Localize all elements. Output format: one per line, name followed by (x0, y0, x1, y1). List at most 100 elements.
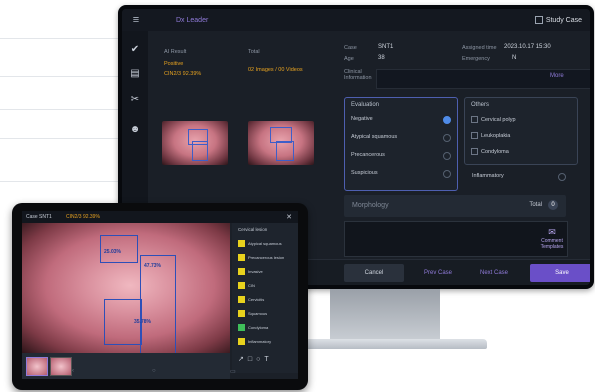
evaluation-option[interactable]: Negative (351, 116, 373, 122)
category-label: Squamous (248, 311, 268, 316)
ai-result-value: Positive (164, 61, 184, 67)
emergency-label: Emergency (462, 56, 490, 62)
category-swatch (238, 296, 245, 303)
lesion-category[interactable]: Inflammatory (238, 337, 294, 346)
comment-templates-label: Comment Templates (540, 238, 564, 250)
top-bar: ≡ Dx Leader Study Case (122, 9, 590, 31)
evaluation-option[interactable]: Suspicious (351, 170, 378, 176)
chat-icon: ✉ (548, 227, 556, 237)
total-label: Total (248, 49, 260, 55)
next-case-button[interactable]: Next Case (468, 264, 520, 282)
comment-templates-button[interactable]: ✉ Comment Templates (534, 227, 570, 253)
morphology-count: 0 (548, 200, 558, 210)
square-icon[interactable]: □ (248, 356, 256, 363)
tablet-side-panel: Cervical lesion Atypical squamous Precan… (232, 223, 298, 373)
lesion-category[interactable]: Condyloma (238, 323, 294, 332)
lesion-category[interactable]: Precancerous lesion (238, 253, 294, 262)
save-button[interactable]: Save (530, 264, 590, 282)
lesion-label: 47.73% (144, 263, 161, 269)
lesion-box (276, 141, 294, 161)
others-option-label: Cervical polyp (481, 116, 516, 123)
lesion-category[interactable]: Atypical squamous (238, 239, 294, 248)
checkbox-icon[interactable] (534, 16, 543, 24)
document-icon[interactable]: ▤ (128, 67, 142, 81)
image-thumbnail[interactable] (162, 121, 228, 165)
morphology-total-label: Total (529, 202, 542, 208)
checkbox-icon[interactable] (471, 132, 478, 139)
monitor-stand (330, 289, 440, 341)
arrow-icon[interactable]: ↗ (238, 356, 248, 363)
others-option[interactable]: Leukoplakia (471, 132, 510, 139)
evaluation-option[interactable]: Precancerous (351, 152, 385, 158)
evaluation-title: Evaluation (351, 102, 380, 108)
home-icon[interactable]: ○ (152, 368, 156, 374)
lesion-box (192, 141, 208, 161)
divider (0, 109, 120, 110)
radio-button[interactable] (558, 173, 566, 181)
tablet-device: Case SNT1 CIN2/3 92.39% ✕ 25.03% 47.73% … (12, 203, 308, 390)
study-case-toggle[interactable]: Study Case (534, 16, 582, 24)
total-value: 02 Images / 00 Videos (248, 67, 303, 73)
category-label: Condyloma (248, 325, 269, 330)
user-alert-icon[interactable]: ☻ (128, 123, 142, 137)
study-case-label: Study Case (545, 16, 582, 24)
monitor-base (283, 339, 487, 349)
lesion-box (140, 255, 176, 353)
ai-result-label: AI Result (164, 49, 187, 55)
others-option[interactable]: Condyloma (471, 148, 509, 155)
category-swatch (238, 254, 245, 261)
lesion-category[interactable]: Cervicitis (238, 295, 294, 304)
morphology-bar[interactable]: Morphology Total 0 (344, 195, 566, 217)
divider (0, 138, 120, 139)
colposcopy-image[interactable]: 25.03% 47.73% 35.78% (22, 223, 230, 353)
text-icon[interactable]: T (264, 356, 272, 363)
app-title: Dx Leader (176, 16, 209, 24)
age-label: Age (344, 56, 354, 62)
lesion-label: 25.03% (104, 249, 121, 255)
case-label: Case (344, 45, 357, 51)
radio-button[interactable] (443, 134, 451, 142)
evaluation-option[interactable]: Atypical squamous (351, 134, 397, 140)
lesion-label: 35.78% (134, 319, 151, 325)
radio-button[interactable] (443, 170, 451, 178)
inflammatory-option[interactable]: Inflammatory (472, 173, 504, 179)
radio-button[interactable] (443, 116, 451, 124)
lesion-category[interactable]: CIN (238, 281, 294, 290)
recent-icon[interactable]: ▭ (230, 368, 236, 375)
category-label: Cervicitis (248, 297, 265, 302)
prev-case-button[interactable]: Prev Case (412, 264, 464, 282)
divider (0, 38, 120, 39)
others-option-label: Leukoplakia (481, 132, 511, 139)
tablet-status-bar: Case SNT1 CIN2/3 92.39% ✕ (22, 211, 298, 223)
category-label: Invasive (248, 269, 263, 274)
check-icon[interactable]: ✔ (128, 43, 142, 57)
more-link[interactable]: More (550, 73, 564, 79)
age-value: 38 (378, 55, 385, 61)
category-label: Precancerous lesion (248, 255, 285, 260)
assigned-time-value: 2023.10.17 15:30 (504, 44, 551, 50)
checkbox-icon[interactable] (471, 116, 478, 123)
close-icon[interactable]: ✕ (286, 213, 292, 221)
others-option-label: Condyloma (481, 148, 509, 155)
clinical-info-field[interactable] (376, 69, 590, 89)
image-thumbnail[interactable] (248, 121, 314, 165)
others-option[interactable]: Cervical polyp (471, 116, 516, 123)
assigned-time-label: Assigned time (462, 45, 497, 51)
tool-row: ↗□○T (238, 355, 273, 363)
lesion-category[interactable]: Squamous (238, 309, 294, 318)
tablet-panel-title: Cervical lesion (238, 227, 268, 232)
scissors-icon[interactable]: ✂ (128, 93, 142, 107)
category-label: Inflammatory (248, 339, 272, 344)
radio-button[interactable] (443, 152, 451, 160)
category-label: Atypical squamous (248, 241, 282, 246)
menu-icon[interactable]: ≡ (122, 14, 150, 26)
cancel-button[interactable]: Cancel (344, 264, 404, 282)
others-title: Others (471, 102, 490, 108)
tablet-case: Case SNT1 (26, 214, 52, 220)
category-label: CIN (248, 283, 255, 288)
category-swatch (238, 282, 245, 289)
back-icon[interactable]: ‹ (72, 368, 74, 374)
divider (0, 76, 120, 77)
lesion-category[interactable]: Invasive (238, 267, 294, 276)
checkbox-icon[interactable] (471, 148, 478, 155)
